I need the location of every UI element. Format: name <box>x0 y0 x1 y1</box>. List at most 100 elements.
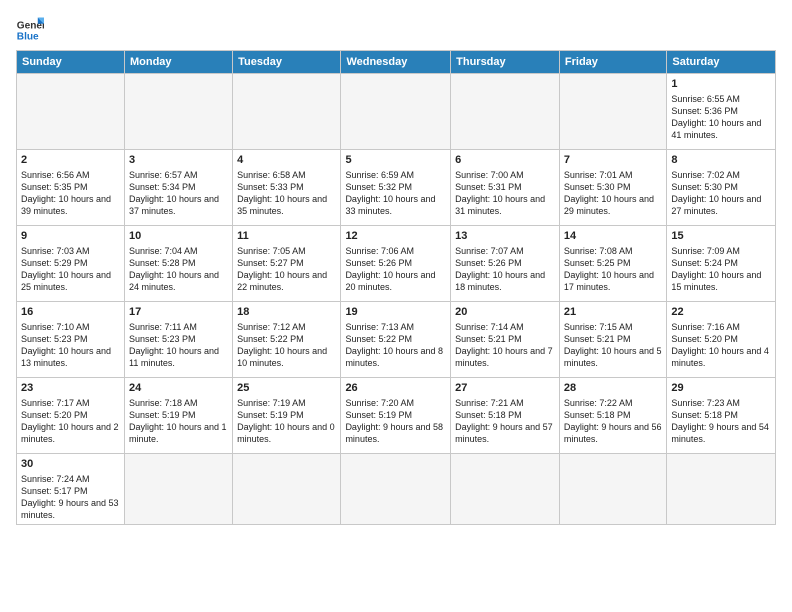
calendar-cell: 10Sunrise: 7:04 AM Sunset: 5:28 PM Dayli… <box>124 226 232 302</box>
day-number: 13 <box>455 229 555 244</box>
column-header-monday: Monday <box>124 51 232 74</box>
column-header-wednesday: Wednesday <box>341 51 451 74</box>
day-info: Sunrise: 7:21 AM Sunset: 5:18 PM Dayligh… <box>455 397 555 446</box>
day-info: Sunrise: 7:00 AM Sunset: 5:31 PM Dayligh… <box>455 169 555 218</box>
day-number: 5 <box>345 153 446 168</box>
column-header-saturday: Saturday <box>667 51 776 74</box>
day-info: Sunrise: 7:13 AM Sunset: 5:22 PM Dayligh… <box>345 321 446 370</box>
day-number: 24 <box>129 381 228 396</box>
column-header-sunday: Sunday <box>17 51 125 74</box>
calendar-cell: 2Sunrise: 6:56 AM Sunset: 5:35 PM Daylig… <box>17 150 125 226</box>
calendar-cell: 21Sunrise: 7:15 AM Sunset: 5:21 PM Dayli… <box>559 302 666 378</box>
day-info: Sunrise: 7:18 AM Sunset: 5:19 PM Dayligh… <box>129 397 228 446</box>
calendar-cell <box>559 454 666 525</box>
calendar-cell: 16Sunrise: 7:10 AM Sunset: 5:23 PM Dayli… <box>17 302 125 378</box>
calendar-cell: 13Sunrise: 7:07 AM Sunset: 5:26 PM Dayli… <box>451 226 560 302</box>
day-number: 30 <box>21 457 120 472</box>
day-number: 6 <box>455 153 555 168</box>
day-info: Sunrise: 7:01 AM Sunset: 5:30 PM Dayligh… <box>564 169 662 218</box>
calendar-cell: 26Sunrise: 7:20 AM Sunset: 5:19 PM Dayli… <box>341 378 451 454</box>
svg-text:Blue: Blue <box>17 31 39 42</box>
page: General Blue SundayMondayTuesdayWednesda… <box>0 0 792 533</box>
day-number: 14 <box>564 229 662 244</box>
calendar-cell <box>233 74 341 150</box>
calendar-week-row: 30Sunrise: 7:24 AM Sunset: 5:17 PM Dayli… <box>17 454 776 525</box>
day-number: 1 <box>671 77 771 92</box>
calendar-cell <box>341 74 451 150</box>
logo: General Blue <box>16 16 44 44</box>
day-info: Sunrise: 7:23 AM Sunset: 5:18 PM Dayligh… <box>671 397 771 446</box>
day-info: Sunrise: 7:22 AM Sunset: 5:18 PM Dayligh… <box>564 397 662 446</box>
day-number: 29 <box>671 381 771 396</box>
day-number: 28 <box>564 381 662 396</box>
day-number: 27 <box>455 381 555 396</box>
column-header-thursday: Thursday <box>451 51 560 74</box>
day-info: Sunrise: 6:58 AM Sunset: 5:33 PM Dayligh… <box>237 169 336 218</box>
calendar-cell: 17Sunrise: 7:11 AM Sunset: 5:23 PM Dayli… <box>124 302 232 378</box>
day-info: Sunrise: 7:15 AM Sunset: 5:21 PM Dayligh… <box>564 321 662 370</box>
day-info: Sunrise: 7:07 AM Sunset: 5:26 PM Dayligh… <box>455 245 555 294</box>
day-number: 17 <box>129 305 228 320</box>
day-number: 12 <box>345 229 446 244</box>
day-info: Sunrise: 7:17 AM Sunset: 5:20 PM Dayligh… <box>21 397 120 446</box>
calendar-cell: 7Sunrise: 7:01 AM Sunset: 5:30 PM Daylig… <box>559 150 666 226</box>
calendar-cell: 5Sunrise: 6:59 AM Sunset: 5:32 PM Daylig… <box>341 150 451 226</box>
column-header-tuesday: Tuesday <box>233 51 341 74</box>
day-info: Sunrise: 7:09 AM Sunset: 5:24 PM Dayligh… <box>671 245 771 294</box>
header: General Blue <box>16 12 776 44</box>
calendar-week-row: 2Sunrise: 6:56 AM Sunset: 5:35 PM Daylig… <box>17 150 776 226</box>
day-number: 2 <box>21 153 120 168</box>
calendar-table: SundayMondayTuesdayWednesdayThursdayFrid… <box>16 50 776 525</box>
calendar-cell: 3Sunrise: 6:57 AM Sunset: 5:34 PM Daylig… <box>124 150 232 226</box>
day-number: 22 <box>671 305 771 320</box>
calendar-cell: 30Sunrise: 7:24 AM Sunset: 5:17 PM Dayli… <box>17 454 125 525</box>
calendar-cell <box>124 74 232 150</box>
calendar-cell: 14Sunrise: 7:08 AM Sunset: 5:25 PM Dayli… <box>559 226 666 302</box>
day-info: Sunrise: 7:14 AM Sunset: 5:21 PM Dayligh… <box>455 321 555 370</box>
calendar-cell <box>341 454 451 525</box>
calendar-cell: 4Sunrise: 6:58 AM Sunset: 5:33 PM Daylig… <box>233 150 341 226</box>
day-number: 23 <box>21 381 120 396</box>
day-info: Sunrise: 6:56 AM Sunset: 5:35 PM Dayligh… <box>21 169 120 218</box>
calendar-week-row: 9Sunrise: 7:03 AM Sunset: 5:29 PM Daylig… <box>17 226 776 302</box>
calendar-cell: 6Sunrise: 7:00 AM Sunset: 5:31 PM Daylig… <box>451 150 560 226</box>
day-number: 26 <box>345 381 446 396</box>
calendar-cell <box>451 74 560 150</box>
day-info: Sunrise: 7:02 AM Sunset: 5:30 PM Dayligh… <box>671 169 771 218</box>
calendar-cell: 29Sunrise: 7:23 AM Sunset: 5:18 PM Dayli… <box>667 378 776 454</box>
day-info: Sunrise: 6:55 AM Sunset: 5:36 PM Dayligh… <box>671 93 771 142</box>
day-number: 18 <box>237 305 336 320</box>
day-number: 4 <box>237 153 336 168</box>
day-info: Sunrise: 7:20 AM Sunset: 5:19 PM Dayligh… <box>345 397 446 446</box>
day-number: 8 <box>671 153 771 168</box>
calendar-cell: 20Sunrise: 7:14 AM Sunset: 5:21 PM Dayli… <box>451 302 560 378</box>
day-info: Sunrise: 6:57 AM Sunset: 5:34 PM Dayligh… <box>129 169 228 218</box>
calendar-cell: 22Sunrise: 7:16 AM Sunset: 5:20 PM Dayli… <box>667 302 776 378</box>
day-info: Sunrise: 7:16 AM Sunset: 5:20 PM Dayligh… <box>671 321 771 370</box>
calendar-header-row: SundayMondayTuesdayWednesdayThursdayFrid… <box>17 51 776 74</box>
calendar-cell: 19Sunrise: 7:13 AM Sunset: 5:22 PM Dayli… <box>341 302 451 378</box>
logo-icon: General Blue <box>16 16 44 44</box>
day-number: 9 <box>21 229 120 244</box>
calendar-cell: 24Sunrise: 7:18 AM Sunset: 5:19 PM Dayli… <box>124 378 232 454</box>
calendar-week-row: 16Sunrise: 7:10 AM Sunset: 5:23 PM Dayli… <box>17 302 776 378</box>
day-info: Sunrise: 7:11 AM Sunset: 5:23 PM Dayligh… <box>129 321 228 370</box>
calendar-cell: 18Sunrise: 7:12 AM Sunset: 5:22 PM Dayli… <box>233 302 341 378</box>
calendar-cell: 12Sunrise: 7:06 AM Sunset: 5:26 PM Dayli… <box>341 226 451 302</box>
day-info: Sunrise: 7:06 AM Sunset: 5:26 PM Dayligh… <box>345 245 446 294</box>
day-info: Sunrise: 7:12 AM Sunset: 5:22 PM Dayligh… <box>237 321 336 370</box>
day-number: 3 <box>129 153 228 168</box>
day-number: 21 <box>564 305 662 320</box>
day-number: 15 <box>671 229 771 244</box>
day-number: 11 <box>237 229 336 244</box>
day-number: 20 <box>455 305 555 320</box>
calendar-cell <box>17 74 125 150</box>
day-info: Sunrise: 7:05 AM Sunset: 5:27 PM Dayligh… <box>237 245 336 294</box>
calendar-week-row: 23Sunrise: 7:17 AM Sunset: 5:20 PM Dayli… <box>17 378 776 454</box>
day-info: Sunrise: 6:59 AM Sunset: 5:32 PM Dayligh… <box>345 169 446 218</box>
calendar-cell <box>124 454 232 525</box>
day-info: Sunrise: 7:04 AM Sunset: 5:28 PM Dayligh… <box>129 245 228 294</box>
calendar-cell: 8Sunrise: 7:02 AM Sunset: 5:30 PM Daylig… <box>667 150 776 226</box>
day-number: 25 <box>237 381 336 396</box>
calendar-cell: 23Sunrise: 7:17 AM Sunset: 5:20 PM Dayli… <box>17 378 125 454</box>
